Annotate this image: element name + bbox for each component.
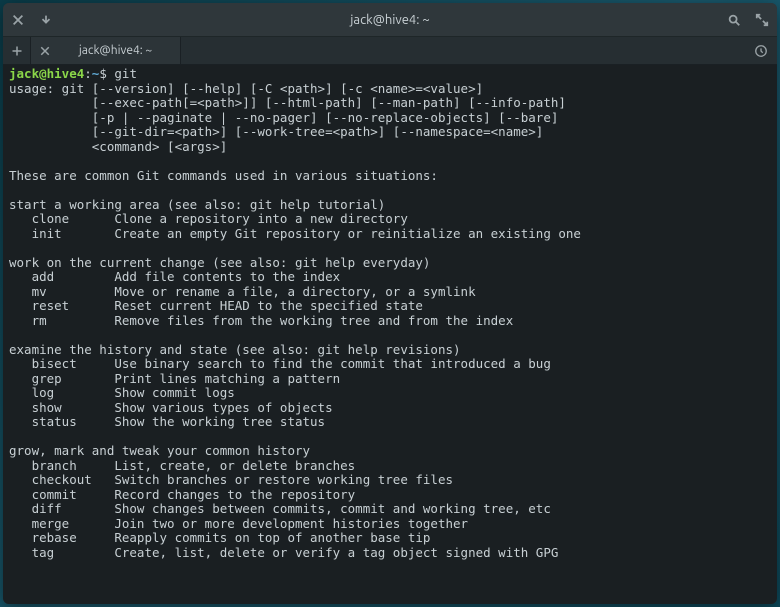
- terminal-window: jack@hive4: ~ jack@hive4: ~ jack@hive4:~…: [3, 3, 777, 604]
- output-line: rebase Reapply commits on top of another…: [9, 530, 430, 545]
- tab-bar: jack@hive4: ~: [3, 37, 777, 65]
- output-line: tag Create, list, delete or verify a tag…: [9, 545, 558, 560]
- output-line: rm Remove files from the working tree an…: [9, 313, 513, 328]
- command-text: git: [114, 66, 137, 81]
- output-line: branch List, create, or delete branches: [9, 458, 355, 473]
- output-line: diff Show changes between commits, commi…: [9, 501, 551, 516]
- titlebar-right-controls: [709, 13, 769, 27]
- output-line: [--exec-path[=<path>]] [--html-path] [--…: [9, 95, 566, 110]
- output-line: start a working area (see also: git help…: [9, 197, 385, 212]
- output-line: merge Join two or more development histo…: [9, 516, 468, 531]
- prompt-sep: :: [84, 66, 92, 81]
- output-line: work on the current change (see also: gi…: [9, 255, 430, 270]
- output-line: checkout Switch branches or restore work…: [9, 472, 453, 487]
- tab-close-icon[interactable]: [39, 45, 51, 57]
- output-line: usage: git [--version] [--help] [-C <pat…: [9, 81, 483, 96]
- output-line: [-p | --paginate | --no-pager] [--no-rep…: [9, 110, 558, 125]
- output-line: clone Clone a repository into a new dire…: [9, 211, 408, 226]
- output-line: add Add file contents to the index: [9, 269, 340, 284]
- output-line: <command> [<args>]: [9, 139, 227, 154]
- search-icon[interactable]: [727, 13, 741, 27]
- output-line: mv Move or rename a file, a directory, o…: [9, 284, 476, 299]
- close-icon[interactable]: [11, 13, 25, 27]
- tab-active[interactable]: jack@hive4: ~: [31, 37, 181, 64]
- new-tab-button[interactable]: [3, 37, 31, 64]
- prompt-dollar: $: [99, 66, 114, 81]
- window-title: jack@hive4: ~: [71, 13, 709, 27]
- output-line: commit Record changes to the repository: [9, 487, 355, 502]
- output-line: show Show various types of objects: [9, 400, 333, 415]
- output-line: [--git-dir=<path>] [--work-tree=<path>] …: [9, 124, 543, 139]
- prompt-user-host: jack@hive4: [9, 66, 84, 81]
- output-line: examine the history and state (see also:…: [9, 342, 461, 357]
- fullscreen-icon[interactable]: [755, 13, 769, 27]
- history-icon: [754, 44, 768, 58]
- output-line: These are common Git commands used in va…: [9, 168, 438, 183]
- tab-label: jack@hive4: ~: [59, 44, 172, 57]
- titlebar: jack@hive4: ~: [3, 3, 777, 37]
- tabbar-spacer: [181, 37, 745, 64]
- titlebar-left-controls: [11, 13, 71, 27]
- output-line: bisect Use binary search to find the com…: [9, 356, 551, 371]
- plus-icon: [11, 45, 23, 57]
- output-line: grow, mark and tweak your common history: [9, 443, 310, 458]
- history-button[interactable]: [745, 37, 777, 64]
- output-line: log Show commit logs: [9, 385, 235, 400]
- output-line: init Create an empty Git repository or r…: [9, 226, 581, 241]
- terminal-output[interactable]: jack@hive4:~$ git usage: git [--version]…: [3, 65, 777, 604]
- output-line: status Show the working tree status: [9, 414, 325, 429]
- output-line: reset Reset current HEAD to the specifie…: [9, 298, 423, 313]
- output-line: grep Print lines matching a pattern: [9, 371, 340, 386]
- minimize-icon[interactable]: [39, 13, 53, 27]
